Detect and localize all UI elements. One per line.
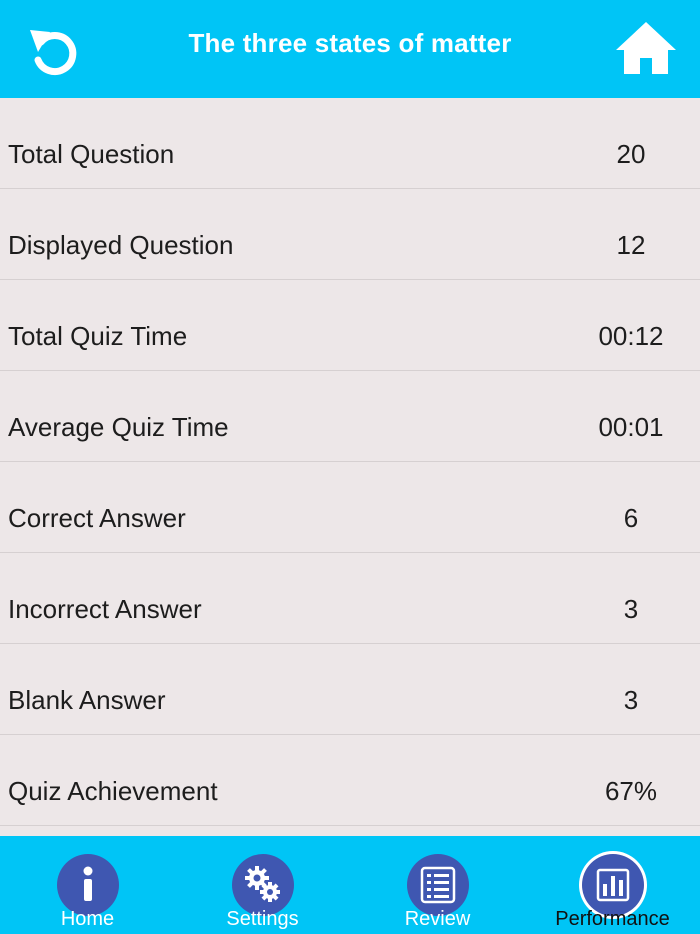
stat-label: Total Quiz Time — [8, 321, 188, 351]
tab-settings[interactable]: Settings — [175, 836, 350, 934]
page-title: The three states of matter — [188, 28, 512, 58]
bar-chart-icon — [581, 854, 644, 916]
stat-row-displayed-question: Displayed Question 12 — [0, 189, 700, 280]
tab-label: Home — [60, 908, 115, 930]
stat-label: Correct Answer — [8, 503, 186, 533]
stat-row-average-quiz-time: Average Quiz Time 00:01 — [0, 371, 700, 462]
checklist-icon — [406, 854, 469, 916]
stat-row-incorrect-answer: Incorrect Answer 3 — [0, 553, 700, 644]
header-bar: The three states of matter — [0, 0, 700, 98]
tab-label: Performance — [555, 908, 670, 930]
tab-label: Settings — [226, 908, 299, 930]
stat-label: Total Question — [8, 139, 175, 169]
stat-value: 12 — [616, 230, 646, 260]
stat-value: 3 — [623, 594, 639, 624]
stat-row-total-quiz-time: Total Quiz Time 00:12 — [0, 280, 700, 371]
tab-label: Review — [404, 908, 471, 930]
stat-value: 3 — [623, 685, 639, 715]
tab-home[interactable]: Home — [0, 836, 175, 934]
stat-label: Quiz Achievement — [8, 776, 218, 806]
stat-label: Displayed Question — [8, 230, 234, 260]
stat-value: 6 — [623, 503, 639, 533]
stat-label: Incorrect Answer — [8, 594, 202, 624]
tab-review[interactable]: Review — [350, 836, 525, 934]
home-icon — [616, 22, 676, 74]
tab-performance[interactable]: Performance — [525, 836, 700, 934]
stat-label: Blank Answer — [8, 685, 166, 715]
stat-value: 67% — [604, 776, 658, 806]
stat-value: 00:12 — [598, 321, 664, 351]
home-button[interactable] — [614, 20, 678, 76]
gears-icon — [231, 854, 294, 916]
stat-row-correct-answer: Correct Answer 6 — [0, 462, 700, 553]
info-icon — [56, 854, 119, 916]
stat-row-blank-answer: Blank Answer 3 — [0, 644, 700, 735]
stat-value: 20 — [616, 139, 646, 169]
stat-row-quiz-achievement: Quiz Achievement 67% — [0, 735, 700, 826]
stats-list: Total Question 20 Displayed Question 12 … — [0, 98, 700, 826]
stat-label: Average Quiz Time — [8, 412, 229, 442]
stat-row-total-question: Total Question 20 — [0, 98, 700, 189]
bottom-tab-bar: Home Settings Review Performance — [0, 836, 700, 934]
stat-value: 00:01 — [598, 412, 664, 442]
